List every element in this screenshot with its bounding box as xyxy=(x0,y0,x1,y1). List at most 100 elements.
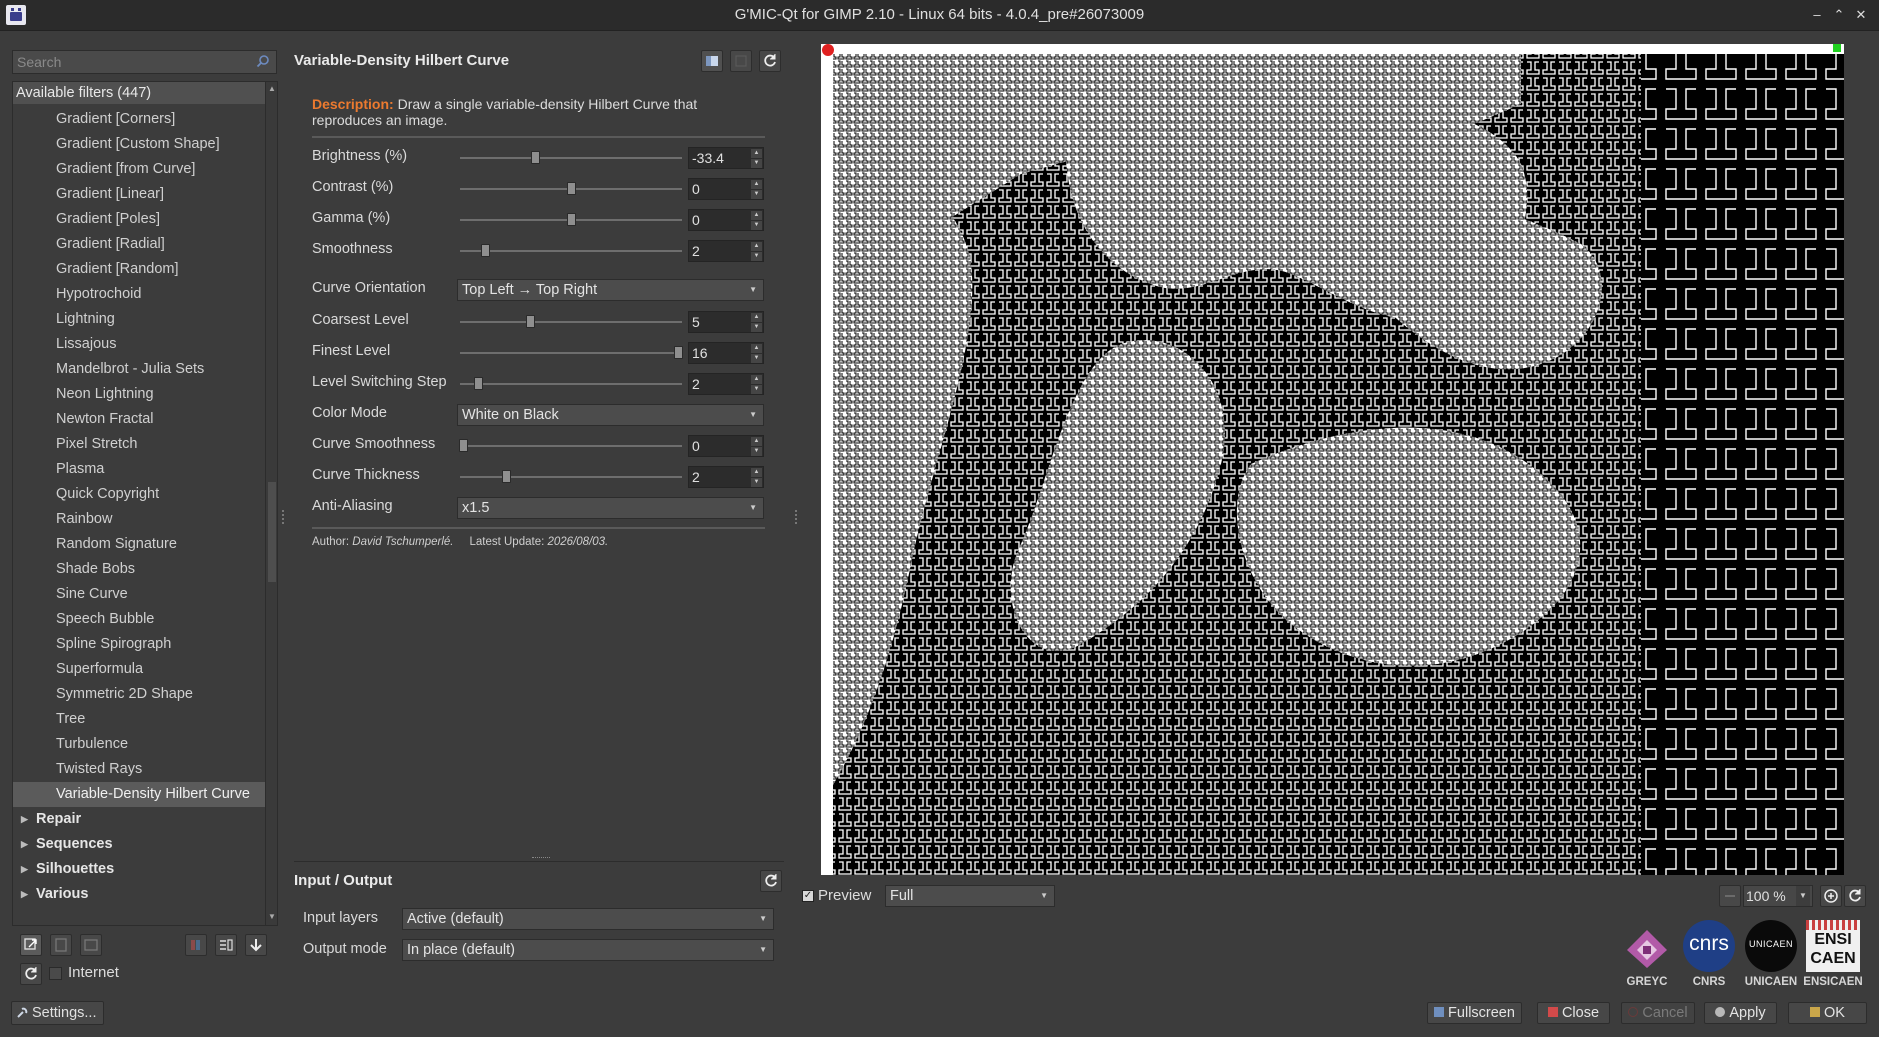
filter-item[interactable]: Twisted Rays xyxy=(13,757,265,782)
spin-down-icon[interactable]: ▼ xyxy=(751,385,762,394)
filter-item[interactable]: Gradient [Poles] xyxy=(13,207,265,232)
slider-track[interactable] xyxy=(460,383,682,385)
param-select[interactable]: x1.5 ▼ xyxy=(457,497,764,519)
apply-button[interactable]: Apply xyxy=(1704,1002,1777,1024)
panel-splitter[interactable] xyxy=(795,510,799,524)
slider-track[interactable] xyxy=(460,445,682,447)
filter-item[interactable]: Sine Curve xyxy=(13,582,265,607)
zoom-out-button[interactable] xyxy=(1719,885,1741,907)
spin-up-icon[interactable]: ▲ xyxy=(751,375,762,384)
expand-arrow-icon[interactable]: ▶ xyxy=(21,832,28,857)
filter-item[interactable]: Newton Fractal xyxy=(13,407,265,432)
expand-arrow-icon[interactable]: ▶ xyxy=(21,807,28,832)
spin-box[interactable]: 2 ▲ ▼ xyxy=(688,466,764,488)
spin-up-icon[interactable]: ▲ xyxy=(751,468,762,477)
filter-item[interactable]: Lightning xyxy=(13,307,265,332)
filter-item[interactable]: Tree xyxy=(13,707,265,732)
output-mode-select[interactable]: In place (default) ▼ xyxy=(402,939,774,961)
spin-down-icon[interactable]: ▼ xyxy=(751,190,762,199)
spin-down-icon[interactable]: ▼ xyxy=(751,354,762,363)
zoom-select[interactable]: 100 % ▼ xyxy=(1743,885,1813,907)
spin-box[interactable]: 16 ▲ ▼ xyxy=(688,342,764,364)
search-input[interactable] xyxy=(13,51,251,73)
spin-box[interactable]: 0 ▲ ▼ xyxy=(688,178,764,200)
remove-favorite-button[interactable] xyxy=(80,934,102,956)
spin-up-icon[interactable]: ▲ xyxy=(751,242,762,251)
tree-scrollbar[interactable]: ▲ ▼ xyxy=(265,82,277,925)
visibility-button[interactable] xyxy=(185,934,207,956)
filter-item[interactable]: Spline Spirograph xyxy=(13,632,265,657)
slider-track[interactable] xyxy=(460,352,682,354)
spin-down-icon[interactable]: ▼ xyxy=(751,478,762,487)
spin-box[interactable]: -33.4 ▲ ▼ xyxy=(688,147,764,169)
slider-track[interactable] xyxy=(460,250,682,252)
filter-item[interactable]: Hypotrochoid xyxy=(13,282,265,307)
filter-item[interactable]: Random Signature xyxy=(13,532,265,557)
add-favorite-button[interactable] xyxy=(50,934,72,956)
spin-up-icon[interactable]: ▲ xyxy=(751,437,762,446)
spin-up-icon[interactable]: ▲ xyxy=(751,149,762,158)
spin-box[interactable]: 2 ▲ ▼ xyxy=(688,373,764,395)
unicaen-logo[interactable]: UNICAEN xyxy=(1745,920,1797,972)
fullscreen-button[interactable]: Fullscreen xyxy=(1427,1002,1522,1024)
spin-down-icon[interactable]: ▼ xyxy=(751,221,762,230)
filter-item[interactable]: Gradient [Linear] xyxy=(13,182,265,207)
spin-up-icon[interactable]: ▲ xyxy=(751,211,762,220)
spin-down-icon[interactable]: ▼ xyxy=(751,159,762,168)
filter-item[interactable]: Pixel Stretch xyxy=(13,432,265,457)
preview-image[interactable] xyxy=(821,44,1844,875)
spin-box[interactable]: 5 ▲ ▼ xyxy=(688,311,764,333)
filter-item[interactable]: Turbulence xyxy=(13,732,265,757)
slider-handle[interactable] xyxy=(566,213,576,226)
category-various[interactable]: ▶ Various xyxy=(13,882,265,907)
splitter-handle[interactable] xyxy=(532,857,550,861)
slider-handle[interactable] xyxy=(459,439,468,452)
selection-mode-button[interactable] xyxy=(215,934,237,956)
spin-down-icon[interactable]: ▼ xyxy=(751,447,762,456)
filter-item[interactable]: Symmetric 2D Shape xyxy=(13,682,265,707)
expand-arrow-icon[interactable]: ▶ xyxy=(21,882,28,907)
copy-command-button[interactable] xyxy=(730,50,752,72)
slider-track[interactable] xyxy=(460,321,682,323)
internet-checkbox[interactable] xyxy=(49,967,62,980)
scroll-down-arrow[interactable]: ▼ xyxy=(267,912,277,922)
panel-splitter[interactable] xyxy=(282,510,286,524)
preview-checkbox[interactable]: ✓ xyxy=(802,890,814,902)
filter-item[interactable]: Speech Bubble xyxy=(13,607,265,632)
spin-down-icon[interactable]: ▼ xyxy=(751,252,762,261)
spin-up-icon[interactable]: ▲ xyxy=(751,344,762,353)
settings-button[interactable]: Settings... xyxy=(11,1001,104,1025)
spin-up-icon[interactable]: ▲ xyxy=(751,180,762,189)
spin-up-icon[interactable]: ▲ xyxy=(751,313,762,322)
param-select[interactable]: Top Left → Top Right ▼ xyxy=(457,279,764,301)
spin-box[interactable]: 0 ▲ ▼ xyxy=(688,209,764,231)
scroll-up-arrow[interactable]: ▲ xyxy=(267,84,277,94)
zoom-reset-button[interactable] xyxy=(1844,885,1866,907)
preview-mode-select[interactable]: Full ▼ xyxy=(885,885,1055,907)
filter-item[interactable]: Quick Copyright xyxy=(13,482,265,507)
filter-item[interactable]: Neon Lightning xyxy=(13,382,265,407)
filter-item[interactable]: Rainbow xyxy=(13,507,265,532)
close-window-button[interactable]: ✕ xyxy=(1852,6,1870,24)
maximize-button[interactable]: ⌃ xyxy=(1830,6,1848,24)
io-reset-button[interactable] xyxy=(760,870,782,892)
filter-item[interactable]: Gradient [from Curve] xyxy=(13,157,265,182)
category-repair[interactable]: ▶ Repair xyxy=(13,807,265,832)
filter-item[interactable]: Gradient [Random] xyxy=(13,257,265,282)
slider-handle[interactable] xyxy=(474,377,484,390)
close-button[interactable]: Close xyxy=(1537,1002,1610,1024)
input-layers-select[interactable]: Active (default) ▼ xyxy=(402,908,774,930)
slider-handle[interactable] xyxy=(502,470,511,483)
category-sequences[interactable]: ▶ Sequences xyxy=(13,832,265,857)
filter-item[interactable]: Lissajous xyxy=(13,332,265,357)
spin-down-icon[interactable]: ▼ xyxy=(751,323,762,332)
slider-handle[interactable] xyxy=(530,151,540,164)
ok-button[interactable]: OK xyxy=(1788,1002,1867,1024)
slider-handle[interactable] xyxy=(480,244,490,257)
expand-collapse-button[interactable] xyxy=(20,934,42,956)
filter-tree[interactable]: Available filters (447) ▲ ▼ Gradient [Co… xyxy=(12,81,278,926)
slider-handle[interactable] xyxy=(674,346,683,359)
cancel-button[interactable]: Cancel xyxy=(1621,1002,1695,1024)
filter-item[interactable]: Superformula xyxy=(13,657,265,682)
refresh-filters-button[interactable] xyxy=(20,963,42,985)
